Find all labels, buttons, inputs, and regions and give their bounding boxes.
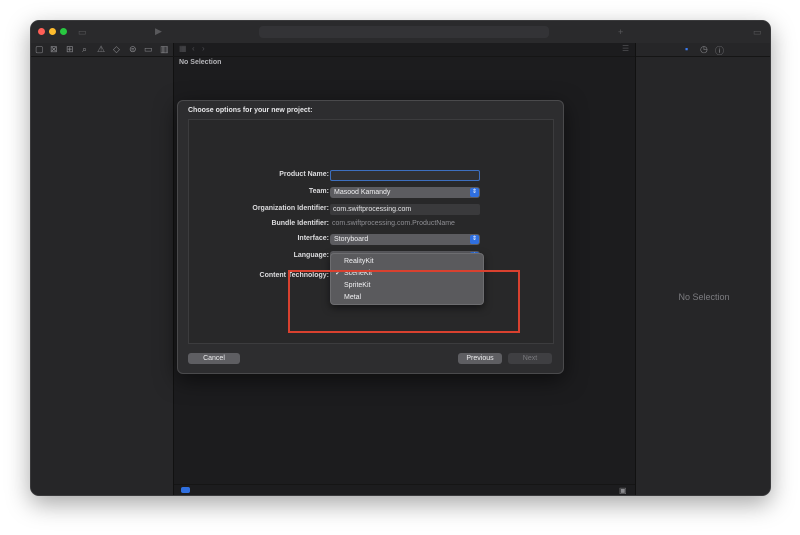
activity-viewer xyxy=(259,26,549,38)
org-id-field[interactable]: com.swiftprocessing.com xyxy=(330,204,480,215)
play-icon[interactable]: ▶ xyxy=(155,26,162,36)
warning-icon[interactable]: ⚠ xyxy=(97,44,105,55)
product-name-label: Product Name: xyxy=(279,171,329,178)
jump-bar: No Selection xyxy=(179,59,222,66)
minimize-window-button[interactable] xyxy=(49,28,56,35)
report-icon[interactable]: ▥ xyxy=(160,44,169,55)
file-inspector-icon[interactable]: ▪ xyxy=(685,44,688,54)
back-icon[interactable]: ‹ xyxy=(192,44,195,53)
language-label: Language: xyxy=(293,252,329,259)
sidebar-icon[interactable]: ▭ xyxy=(78,27,87,37)
chevron-up-down-icon: ⇕ xyxy=(470,188,479,197)
breakpoint-icon[interactable]: ▭ xyxy=(144,44,153,55)
annotation-highlight-box xyxy=(288,270,520,333)
bundle-id-label: Bundle Identifier: xyxy=(271,220,329,227)
inspector-empty-label: No Selection xyxy=(678,292,730,302)
search-icon[interactable]: ⌕ xyxy=(82,44,87,55)
inspector-toolbar: ▪ ◷ ⓘ xyxy=(636,43,770,57)
previous-button[interactable]: Previous xyxy=(458,353,502,364)
help-icon[interactable]: ⓘ xyxy=(715,44,724,57)
interface-label: Interface: xyxy=(297,235,329,242)
title-bar: ▭ ▶ + ▭ xyxy=(31,21,770,43)
editor-options-icon[interactable]: ☰ xyxy=(622,44,629,53)
product-name-field[interactable] xyxy=(330,170,480,181)
close-window-button[interactable] xyxy=(38,28,45,35)
add-icon[interactable]: + xyxy=(618,27,623,37)
debug-bar: ▣ xyxy=(174,484,635,495)
zoom-window-button[interactable] xyxy=(60,28,67,35)
team-value: Masood Kamandy xyxy=(334,189,391,196)
org-id-label: Organization Identifier: xyxy=(252,205,329,212)
menu-item-realitykit[interactable]: RealityKit xyxy=(331,256,483,267)
cancel-button[interactable]: Cancel xyxy=(188,353,240,364)
navigator-pane: ▢ ⊠ ⊞ ⌕ ⚠ ◇ ⊜ ▭ ▥ xyxy=(31,43,174,495)
next-button[interactable]: Next xyxy=(508,353,552,364)
source-control-icon[interactable]: ⊠ xyxy=(50,44,58,55)
folder-icon[interactable]: ▢ xyxy=(35,44,44,55)
history-icon[interactable]: ◷ xyxy=(700,44,708,55)
debug-icon[interactable]: ⊜ xyxy=(129,44,137,55)
console-icon[interactable]: ▣ xyxy=(619,486,627,495)
bundle-id-value: com.swiftprocessing.com.ProductName xyxy=(332,220,455,227)
team-popup[interactable]: Masood Kamandy ⇕ xyxy=(330,187,480,198)
team-label: Team: xyxy=(308,188,329,195)
symbol-icon[interactable]: ⊞ xyxy=(66,44,74,55)
interface-popup[interactable]: Storyboard ⇕ xyxy=(330,234,480,245)
inspector-pane: ▪ ◷ ⓘ No Selection xyxy=(635,43,770,495)
dialog-title: Choose options for your new project: xyxy=(188,107,313,114)
forward-icon[interactable]: › xyxy=(202,44,205,53)
inspector-toggle-icon[interactable]: ▭ xyxy=(753,27,762,37)
interface-value: Storyboard xyxy=(334,236,369,243)
editor-toolbar: ▦ ‹ › ☰ xyxy=(174,43,635,57)
chevron-up-down-icon: ⇕ xyxy=(470,235,479,244)
test-icon[interactable]: ◇ xyxy=(113,44,120,55)
debug-area-icon[interactable] xyxy=(181,487,190,493)
grid-icon[interactable]: ▦ xyxy=(179,44,187,53)
navigator-toolbar: ▢ ⊠ ⊞ ⌕ ⚠ ◇ ⊜ ▭ ▥ xyxy=(31,43,174,57)
